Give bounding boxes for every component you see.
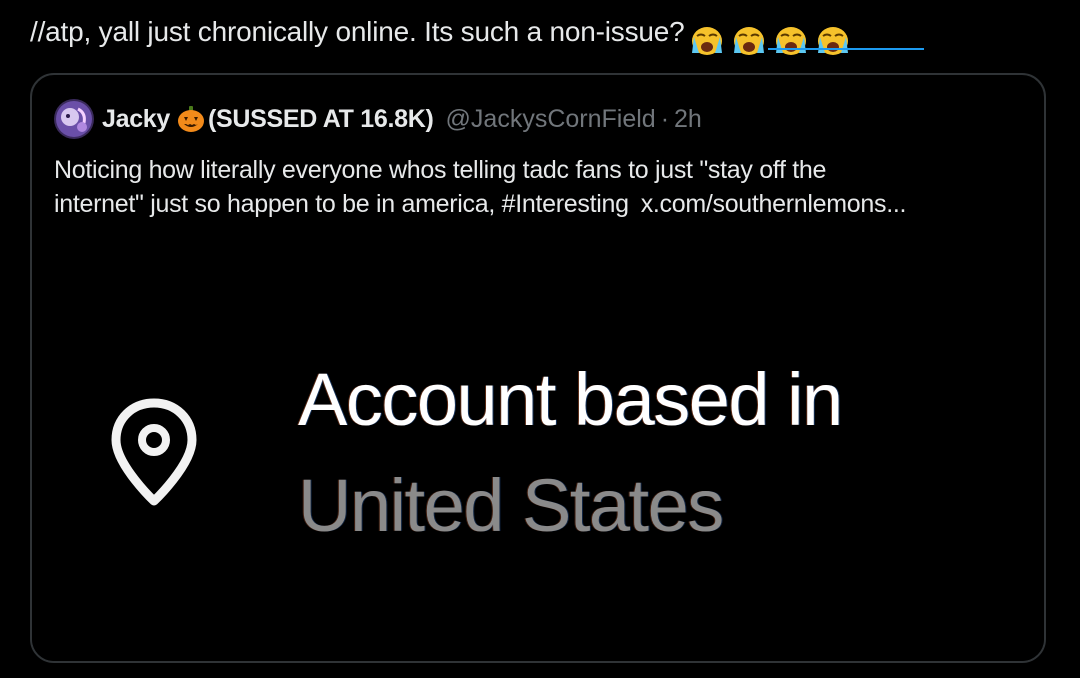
- display-name[interactable]: Jacky: [102, 105, 170, 134]
- jack-o-lantern-icon: [176, 104, 206, 134]
- quote-text-line-2: internet" just so happen to be in americ…: [54, 187, 1024, 221]
- separator-dot: ·: [660, 104, 670, 133]
- display-name-suffix[interactable]: (SUSSED AT 16.8K): [208, 105, 434, 134]
- loudly-crying-face-icon: [731, 23, 767, 57]
- loudly-crying-face-icon: [773, 23, 809, 57]
- loudly-crying-face-icon: [815, 23, 851, 57]
- location-pin-icon: [108, 397, 200, 509]
- quote-text-line-2-body: internet" just so happen to be in americ…: [54, 190, 629, 218]
- post-body: //atp, yall just chronically online. Its…: [30, 16, 685, 47]
- quote-link[interactable]: x.com/southernlemons...: [641, 190, 907, 218]
- user-handle[interactable]: @JackysCornField: [446, 105, 656, 134]
- media-headline: Account based in: [298, 358, 843, 441]
- emoji-group[interactable]: [689, 18, 857, 58]
- timestamp[interactable]: 2h: [674, 105, 702, 134]
- emoji-link-underline: [768, 48, 924, 50]
- avatar[interactable]: [54, 99, 94, 139]
- quote-header: Jacky (SUSSED AT 16.8K) @JackysCornField…: [54, 97, 702, 141]
- media-image[interactable]: Account based in United States: [32, 245, 1044, 661]
- loudly-crying-face-icon: [689, 23, 725, 57]
- post-text: //atp, yall just chronically online. Its…: [30, 12, 857, 58]
- quote-text-line-1: Noticing how literally everyone whos tel…: [54, 156, 827, 184]
- quote-body: Noticing how literally everyone whos tel…: [54, 153, 1024, 221]
- media-location: United States: [298, 464, 724, 547]
- quote-tweet-card[interactable]: Jacky (SUSSED AT 16.8K) @JackysCornField…: [30, 73, 1046, 663]
